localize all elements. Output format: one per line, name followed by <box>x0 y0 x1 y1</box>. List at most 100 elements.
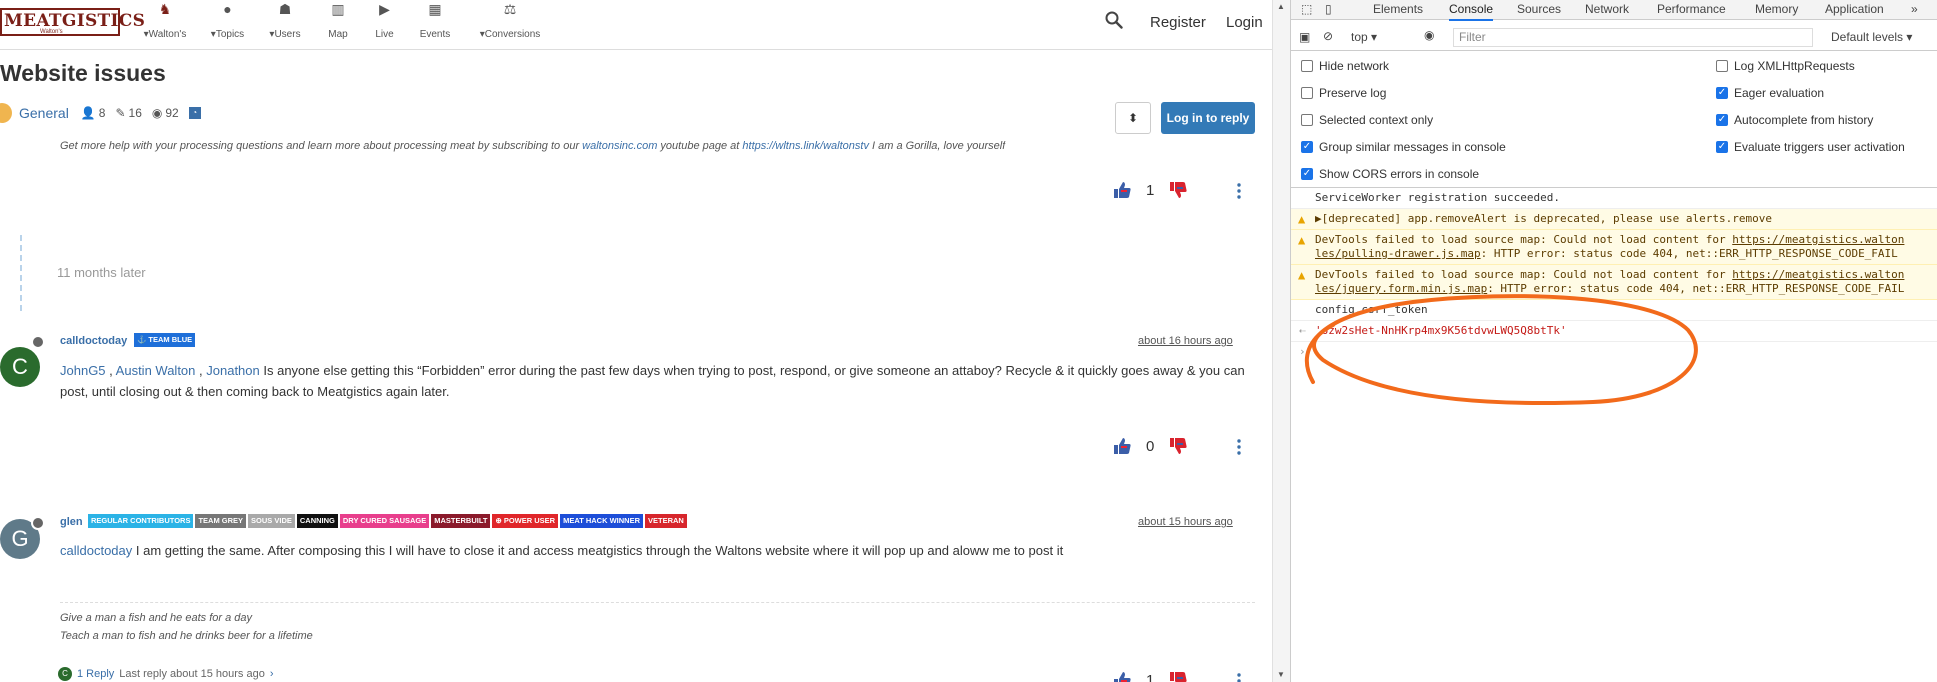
checkbox-checked[interactable]: ✓ <box>1301 168 1313 180</box>
mention-link[interactable]: calldoctoday <box>60 543 132 558</box>
setting-group-similar[interactable]: ✓ Group similar messages in console <box>1301 140 1506 154</box>
tab-memory[interactable]: Memory <box>1755 2 1798 16</box>
more-tabs-icon[interactable]: » <box>1911 2 1918 16</box>
post-timestamp[interactable]: about 16 hours ago <box>1138 335 1233 347</box>
checkbox[interactable] <box>1301 87 1313 99</box>
warning-icon: ▲ <box>1298 212 1306 226</box>
nav-waltons[interactable]: ♞ ▾Walton's <box>140 0 190 46</box>
setting-autocomplete[interactable]: ✓ Autocomplete from history <box>1716 113 1873 127</box>
status-indicator <box>31 516 45 530</box>
post-menu-icon[interactable] <box>1237 439 1241 455</box>
checkbox-checked[interactable]: ✓ <box>1716 114 1728 126</box>
users-icon: 👤 <box>80 106 96 120</box>
live-expression-eye-icon[interactable]: ◉ <box>1424 28 1434 42</box>
tab-performance[interactable]: Performance <box>1657 2 1726 16</box>
badge: DRY CURED SAUSAGE <box>339 514 430 528</box>
thumbs-up-icon[interactable] <box>1112 436 1132 456</box>
topics-icon: ● <box>223 1 232 17</box>
context-selector[interactable]: top ▾ <box>1351 30 1377 44</box>
source-map-link[interactable]: https://meatgistics.walton <box>1732 268 1904 281</box>
thumbs-up-icon[interactable] <box>1112 670 1132 682</box>
inspect-icon[interactable]: ⬚ <box>1301 2 1312 16</box>
live-icon: ▶ <box>379 1 390 17</box>
mention-link[interactable]: Austin Walton <box>116 363 196 378</box>
clear-console-icon[interactable]: ⊘ <box>1323 29 1333 43</box>
setting-selected-context[interactable]: Selected context only <box>1301 113 1433 127</box>
top-navbar: MEATGISTICS Walton's ♞ ▾Walton's ● ▾Topi… <box>0 0 1290 50</box>
post-menu-icon[interactable] <box>1237 183 1241 199</box>
replies-count: 1 Reply <box>77 668 115 680</box>
tab-network[interactable]: Network <box>1585 2 1629 16</box>
views-count: ◉ 92 <box>151 106 179 120</box>
console-filter-input[interactable]: Filter <box>1453 28 1813 47</box>
checkbox[interactable] <box>1716 60 1728 72</box>
checkbox-checked[interactable]: ✓ <box>1301 141 1313 153</box>
badge: TEAM GREY <box>195 514 247 528</box>
setting-user-activation[interactable]: ✓ Evaluate triggers user activation <box>1716 140 1905 154</box>
walton-logo-icon: ♞ <box>158 1 172 17</box>
warning-icon: ▲ <box>1298 268 1306 282</box>
post-author[interactable]: calldoctoday <box>60 335 127 347</box>
timeline-gap-line <box>20 235 22 311</box>
rss-icon[interactable]: ◔ <box>188 107 201 119</box>
search-icon[interactable] <box>1105 11 1123 29</box>
checkbox-checked[interactable]: ✓ <box>1716 87 1728 99</box>
map-icon: ▥ <box>331 1 345 17</box>
sticky-header-edge <box>0 134 1290 138</box>
tab-elements[interactable]: Elements <box>1373 2 1423 16</box>
nav-map[interactable]: ▥ Map <box>323 0 353 46</box>
tab-sources[interactable]: Sources <box>1517 2 1561 16</box>
checkbox[interactable] <box>1301 60 1313 72</box>
thumbs-down-icon[interactable] <box>1168 436 1188 456</box>
pencil-icon: ✎ <box>115 106 126 120</box>
nav-conversions[interactable]: ⚖ ▾Conversions <box>470 0 550 46</box>
category-link[interactable]: General <box>19 105 69 121</box>
log-levels-dropdown[interactable]: Default levels ▾ <box>1831 30 1912 44</box>
thumbs-down-icon[interactable] <box>1168 180 1188 200</box>
tab-console[interactable]: Console <box>1449 2 1494 21</box>
source-map-link[interactable]: https://meatgistics.walton <box>1732 233 1904 246</box>
console-warning: ▲ DevTools failed to load source map: Cou… <box>1291 230 1937 265</box>
annotation-circle <box>1304 294 1698 406</box>
user-badges: REGULAR CONTRIBUTORS TEAM GREY SOUS VIDE… <box>88 514 689 528</box>
mention-link[interactable]: Jonathon <box>206 363 260 378</box>
checkbox[interactable] <box>1301 114 1313 126</box>
setting-eager-eval[interactable]: ✓ Eager evaluation <box>1716 86 1824 100</box>
last-reply: Last reply about 15 hours ago <box>119 668 265 680</box>
setting-log-xhr[interactable]: Log XMLHttpRequests <box>1716 59 1855 73</box>
mention-link[interactable]: JohnG5 <box>60 363 106 378</box>
sidebar-toggle-icon[interactable]: ▣ <box>1299 30 1310 44</box>
warning-icon: ▲ <box>1298 233 1306 247</box>
status-indicator <box>31 335 45 349</box>
scroll-down-icon[interactable]: ▼ <box>1277 670 1285 679</box>
nav-events[interactable]: ▦ Events <box>417 0 453 46</box>
register-link[interactable]: Register <box>1150 14 1206 31</box>
device-toggle-icon[interactable]: ▯ <box>1325 2 1332 16</box>
signature-link[interactable]: https://wltns.link/waltonstv <box>742 140 869 152</box>
post-timestamp[interactable]: about 15 hours ago <box>1138 516 1233 528</box>
previous-post-signature: Get more help with your processing quest… <box>60 140 1006 152</box>
post-menu-icon[interactable] <box>1237 673 1241 682</box>
setting-preserve-log[interactable]: Preserve log <box>1301 86 1386 100</box>
nav-live[interactable]: ▶ Live <box>372 0 397 46</box>
nav-topics[interactable]: ● ▾Topics <box>205 0 250 46</box>
tab-application[interactable]: Application <box>1825 2 1884 16</box>
nav-users[interactable]: ☗ ▾Users <box>265 0 305 46</box>
vote-bar: 0 <box>1112 434 1188 458</box>
setting-hide-network[interactable]: Hide network <box>1301 59 1389 73</box>
page-scrollbar[interactable]: ▲ ▼ <box>1272 0 1290 682</box>
setting-cors-errors[interactable]: ✓ Show CORS errors in console <box>1301 167 1479 181</box>
post-author[interactable]: glen <box>60 516 83 528</box>
login-link[interactable]: Login <box>1226 14 1263 31</box>
sort-button[interactable]: ⬍ <box>1115 102 1151 134</box>
signature-link[interactable]: waltonsinc.com <box>582 140 657 152</box>
thumbs-up-icon[interactable] <box>1112 180 1132 200</box>
users-icon: ☗ <box>278 1 292 17</box>
thumbs-down-icon[interactable] <box>1168 670 1188 682</box>
checkbox-checked[interactable]: ✓ <box>1716 141 1728 153</box>
source-map-link[interactable]: les/pulling-drawer.js.map <box>1315 247 1481 260</box>
login-to-reply-button[interactable]: Log in to reply <box>1161 102 1255 134</box>
avatar[interactable]: C <box>0 347 40 387</box>
scroll-up-icon[interactable]: ▲ <box>1277 2 1285 11</box>
replies-summary[interactable]: C 1 Reply Last reply about 15 hours ago … <box>58 667 274 681</box>
